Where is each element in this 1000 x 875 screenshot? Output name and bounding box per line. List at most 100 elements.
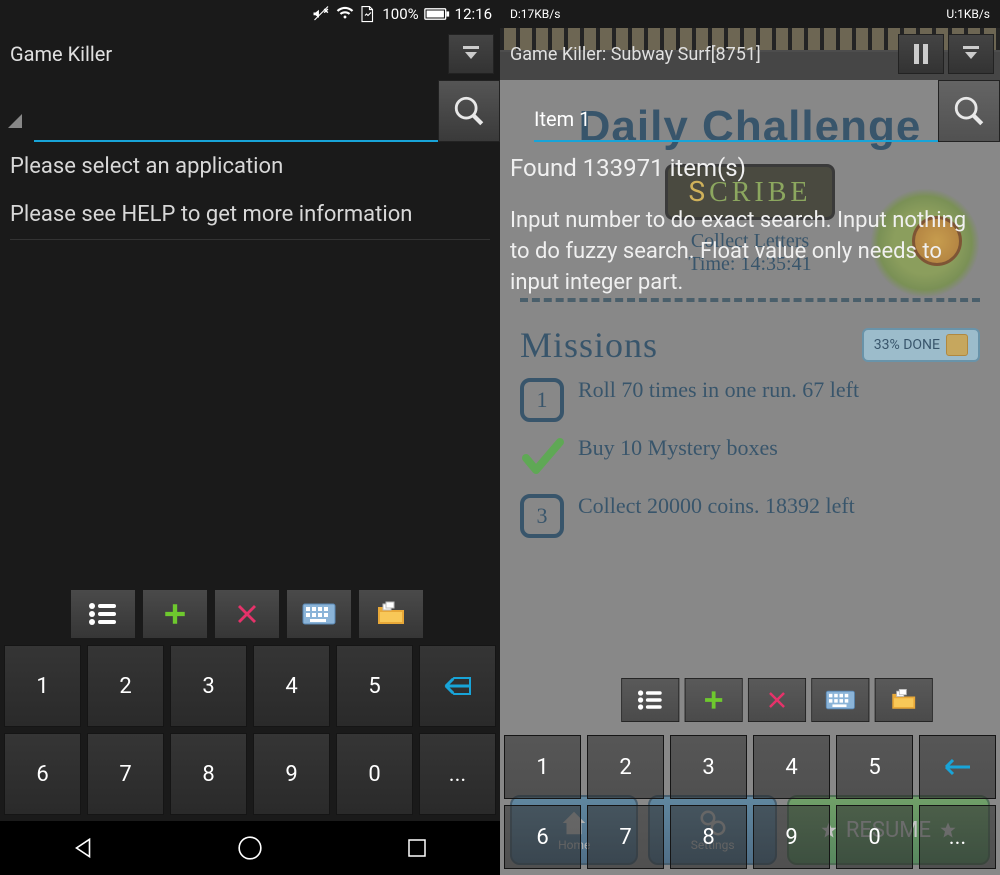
key-8[interactable]: 8	[670, 805, 747, 869]
list-icon	[88, 602, 118, 626]
cross-icon	[235, 602, 259, 626]
magnifier-icon	[952, 94, 986, 128]
key-2[interactable]: 2	[587, 735, 664, 799]
key-dots[interactable]: ...	[419, 733, 496, 815]
status-bar: 100% 12:16	[0, 0, 500, 28]
search-button[interactable]	[938, 80, 1000, 142]
nav-recent-icon	[405, 836, 429, 860]
key-backspace[interactable]	[419, 645, 496, 727]
mission-1-box: 1	[520, 378, 564, 422]
right-screen: Daily Challenge SCRIBE Collect Letters T…	[500, 0, 1000, 875]
search-type-dropdown[interactable]	[508, 106, 530, 128]
delete-button[interactable]	[748, 678, 806, 722]
key-1[interactable]: 1	[4, 645, 81, 727]
content-area: Found 133971 item(s) Input number to do …	[500, 142, 1000, 309]
chevron-down-bar-icon	[959, 42, 983, 66]
search-row	[0, 80, 500, 142]
key-2[interactable]: 2	[87, 645, 164, 727]
key-6[interactable]: 6	[4, 733, 81, 815]
list-button[interactable]	[70, 589, 136, 639]
key-3[interactable]: 3	[670, 735, 747, 799]
key-0[interactable]: 0	[836, 805, 913, 869]
mission-1-text: Roll 70 times in one run. 67 left	[578, 378, 859, 402]
keyboard-button[interactable]	[286, 589, 352, 639]
upload-speed: U:1KB/s	[946, 7, 990, 21]
pause-button[interactable]	[898, 34, 944, 74]
checkmark-icon	[520, 436, 564, 480]
nav-home[interactable]	[234, 832, 266, 864]
key-backspace[interactable]	[919, 735, 996, 799]
app-header: Game Killer: Subway Surf[8751]	[500, 28, 1000, 80]
dropdown-triangle-icon	[8, 114, 22, 128]
search-type-dropdown[interactable]	[8, 106, 30, 128]
pause-icon	[912, 43, 930, 65]
backspace-icon	[944, 757, 972, 777]
status-icons: 100% 12:16	[313, 5, 492, 23]
nav-back[interactable]	[67, 832, 99, 864]
help-text: Please see HELP to get more information	[10, 200, 490, 241]
wifi-icon	[336, 5, 354, 23]
battery-pct: 100%	[382, 5, 418, 23]
key-4[interactable]: 4	[753, 735, 830, 799]
list-button[interactable]	[621, 678, 679, 722]
keyboard-icon	[825, 690, 855, 709]
folder-icon	[376, 601, 406, 627]
keypad: 1 2 3 4 5 6 7 8 9 0 ...	[504, 735, 996, 869]
nav-recent[interactable]	[401, 832, 433, 864]
mission-2-text: Buy 10 Mystery boxes	[578, 436, 778, 460]
key-8[interactable]: 8	[170, 733, 247, 815]
status-bar: D:17KB/s U:1KB/s	[500, 0, 1000, 28]
dropdown-triangle-icon	[508, 114, 522, 128]
delete-button[interactable]	[214, 589, 280, 639]
key-3[interactable]: 3	[170, 645, 247, 727]
plus-icon	[702, 689, 725, 712]
add-button[interactable]	[685, 678, 743, 722]
content-area: Please select an application Please see …	[0, 142, 500, 250]
keyboard-button[interactable]	[811, 678, 869, 722]
key-5[interactable]: 5	[836, 735, 913, 799]
magnifier-icon	[452, 94, 486, 128]
key-4[interactable]: 4	[253, 645, 330, 727]
search-input[interactable]	[34, 107, 438, 131]
chevron-down-bar-icon	[459, 42, 483, 66]
data-icon	[359, 5, 377, 23]
key-7[interactable]: 7	[87, 733, 164, 815]
mission-3-box: 3	[520, 494, 564, 538]
select-app-text: Please select an application	[10, 152, 490, 200]
left-screen: 100% 12:16 Game Killer Please select an …	[0, 0, 500, 875]
reward-box-icon	[946, 334, 968, 356]
minimize-button[interactable]	[448, 34, 494, 74]
mute-icon	[313, 5, 331, 23]
save-button[interactable]	[358, 589, 424, 639]
key-9[interactable]: 9	[753, 805, 830, 869]
cross-icon	[766, 689, 787, 710]
add-button[interactable]	[142, 589, 208, 639]
key-dots[interactable]: ...	[919, 805, 996, 869]
app-header: Game Killer	[0, 28, 500, 80]
key-5[interactable]: 5	[336, 645, 413, 727]
search-row	[500, 80, 1000, 142]
backspace-icon	[444, 676, 472, 696]
mission-3-text: Collect 20000 coins. 18392 left	[578, 494, 855, 518]
app-title: Game Killer: Subway Surf[8751]	[510, 44, 761, 65]
mission-2-check	[520, 436, 564, 480]
search-input[interactable]	[534, 107, 938, 131]
clock: 12:16	[455, 5, 492, 23]
nav-back-icon	[70, 835, 96, 861]
done-pct-text: 33% DONE	[874, 337, 940, 353]
key-1[interactable]: 1	[504, 735, 581, 799]
minimize-button[interactable]	[948, 34, 994, 74]
key-9[interactable]: 9	[253, 733, 330, 815]
app-title: Game Killer	[10, 42, 112, 66]
key-6[interactable]: 6	[504, 805, 581, 869]
search-button[interactable]	[438, 80, 500, 142]
nav-home-icon	[237, 835, 263, 861]
search-help-text: Input number to do exact search. Input n…	[510, 206, 990, 298]
key-7[interactable]: 7	[587, 805, 664, 869]
missions-title: Missions	[520, 324, 658, 366]
battery-icon	[424, 5, 450, 23]
download-speed: D:17KB/s	[510, 7, 560, 21]
save-button[interactable]	[875, 678, 933, 722]
done-badge: 33% DONE	[862, 328, 980, 362]
key-0[interactable]: 0	[336, 733, 413, 815]
